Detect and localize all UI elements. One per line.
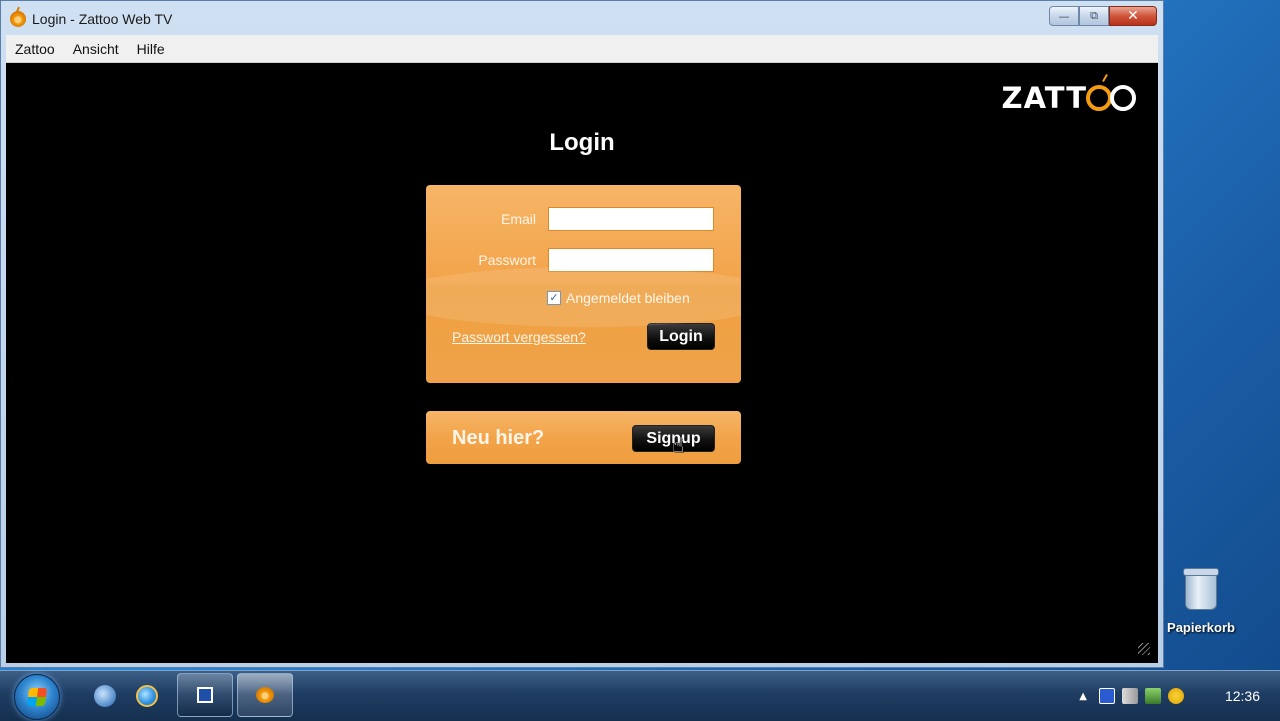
network-icon[interactable] xyxy=(1144,688,1161,704)
zattoo-tv-icon xyxy=(10,11,26,27)
forgot-password-link[interactable]: Passwort vergessen? xyxy=(452,329,586,345)
hand-cursor-icon: ☝ xyxy=(672,433,685,457)
logo-text: ZATT xyxy=(1001,81,1087,115)
taskbar-app-window[interactable] xyxy=(177,673,233,717)
menu-bar: Zattoo Ansicht Hilfe xyxy=(6,35,1158,63)
internet-explorer-icon[interactable] xyxy=(136,685,158,707)
remember-label[interactable]: Angemeldet bleiben xyxy=(566,290,690,306)
menu-ansicht[interactable]: Ansicht xyxy=(64,41,128,57)
email-field[interactable] xyxy=(548,207,714,231)
action-center-icon[interactable] xyxy=(1167,688,1184,704)
window-app-icon xyxy=(197,687,213,703)
login-button[interactable]: Login xyxy=(647,323,715,350)
signup-prompt: Neu hier? xyxy=(452,427,545,449)
close-button[interactable]: ✕ xyxy=(1109,6,1157,26)
app-window: Login - Zattoo Web TV — ⧉ ✕ Zattoo Ansic… xyxy=(0,0,1164,668)
taskbar: ▲ 12:36 xyxy=(0,670,1280,721)
explorer-icon[interactable] xyxy=(94,685,116,707)
recycle-bin-icon xyxy=(1183,568,1219,610)
system-tray: ▲ 12:36 xyxy=(1079,671,1280,721)
password-field[interactable] xyxy=(548,248,714,272)
window-controls: — ⧉ ✕ xyxy=(1049,6,1157,26)
menu-zattoo[interactable]: Zattoo xyxy=(6,41,64,57)
login-panel: Email Passwort ✓ Angemeldet bleiben Pass… xyxy=(426,185,741,383)
logo-tv-icon xyxy=(1086,85,1136,111)
title-bar[interactable]: Login - Zattoo Web TV — ⧉ ✕ xyxy=(1,1,1163,35)
zattoo-logo: ZATT xyxy=(1001,74,1136,115)
minimize-button[interactable]: — xyxy=(1049,6,1079,26)
remember-checkbox[interactable]: ✓ xyxy=(547,291,561,305)
email-label: Email xyxy=(500,211,536,227)
volume-icon[interactable] xyxy=(1121,688,1138,704)
signup-panel: Neu hier? Signup xyxy=(426,411,741,464)
taskbar-zattoo[interactable] xyxy=(237,673,293,717)
menu-hilfe[interactable]: Hilfe xyxy=(128,41,174,57)
maximize-button[interactable]: ⧉ xyxy=(1079,6,1109,26)
zattoo-tv-icon xyxy=(256,687,274,703)
password-label: Passwort xyxy=(478,252,536,268)
clock[interactable]: 12:36 xyxy=(1225,688,1260,704)
show-hidden-icons-icon[interactable]: ▲ xyxy=(1079,691,1087,702)
tray-app-icon[interactable] xyxy=(1098,688,1115,704)
web-content: ZATT Login Email Passwort ✓ Angemeldet b… xyxy=(6,63,1158,663)
start-button[interactable] xyxy=(14,674,60,720)
recycle-bin-shortcut[interactable]: Papierkorb xyxy=(1166,568,1236,635)
resize-grip[interactable] xyxy=(1138,643,1150,655)
window-title: Login - Zattoo Web TV xyxy=(32,11,173,27)
page-title: Login xyxy=(549,129,615,156)
recycle-bin-label: Papierkorb xyxy=(1167,620,1235,635)
